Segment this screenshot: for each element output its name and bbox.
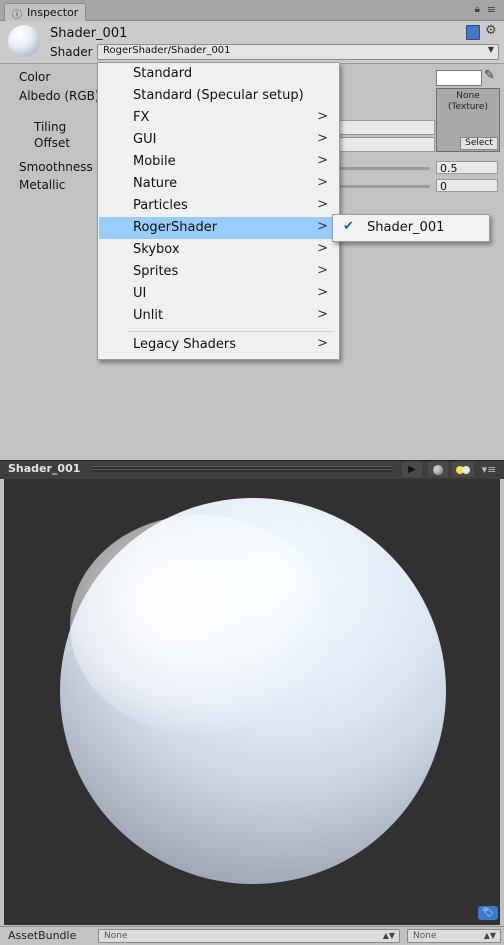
chevron-right-icon: >	[317, 241, 328, 256]
submenu-item-shader-001[interactable]: ✔ Shader_001	[333, 215, 489, 241]
chevron-right-icon: >	[317, 219, 328, 234]
sphere-icon[interactable]	[428, 462, 448, 477]
smoothness-slider[interactable]	[338, 167, 430, 170]
shader-dropdown[interactable]: RogerShader/Shader_001 ▼	[97, 44, 499, 60]
tiling-field[interactable]	[338, 120, 435, 135]
offset-label: Offset	[34, 136, 71, 150]
submenu-item-label: Shader_001	[367, 220, 445, 235]
menu-item-skybox[interactable]: Skybox >	[99, 239, 338, 261]
chevron-right-icon: >	[317, 285, 328, 300]
assetbundle-bar: AssetBundle None ▲▼ None ▲▼	[0, 926, 504, 945]
chevron-right-icon: >	[317, 131, 328, 146]
preview-title: Shader_001	[8, 462, 81, 475]
menu-item-fx[interactable]: FX >	[99, 107, 338, 129]
chevron-right-icon: >	[317, 263, 328, 278]
chevron-right-icon: >	[317, 336, 328, 351]
gear-icon[interactable]: ⚙	[485, 23, 497, 38]
material-header: Shader_001 Shader RogerShader/Shader_001…	[0, 21, 504, 64]
tab-label: Inspector	[27, 6, 79, 19]
tab-bar: ⓘ Inspector 🔒︎ ≡	[0, 0, 504, 21]
texture-none-label: None	[456, 91, 480, 101]
chevron-right-icon: >	[317, 153, 328, 168]
chevron-right-icon: >	[317, 307, 328, 322]
preview-resize-grip[interactable]	[92, 466, 392, 472]
color-swatch[interactable]	[436, 70, 482, 86]
assetbundle-dropdown[interactable]: None ▲▼	[98, 929, 400, 943]
menu-item-rogershader[interactable]: RogerShader >	[99, 217, 338, 239]
play-icon[interactable]: ▶	[402, 462, 422, 477]
metallic-label: Metallic	[19, 178, 66, 192]
chevron-right-icon: >	[317, 175, 328, 190]
menu-item-mobile[interactable]: Mobile >	[99, 151, 338, 173]
menu-separator	[128, 331, 333, 332]
preview-menu-icon[interactable]: ▾≡	[478, 462, 500, 477]
light-icon[interactable]	[452, 462, 474, 477]
menu-item-particles[interactable]: Particles >	[99, 195, 338, 217]
material-name: Shader_001	[50, 26, 128, 41]
chevron-down-icon: ▲▼	[483, 931, 496, 940]
albedo-label: Albedo (RGB)	[19, 89, 100, 103]
color-label: Color	[19, 70, 51, 84]
menu-item-unlit[interactable]: Unlit >	[99, 305, 338, 327]
sphere-highlight	[70, 515, 330, 735]
tab-inspector[interactable]: ⓘ Inspector	[4, 3, 86, 21]
chevron-right-icon: >	[317, 197, 328, 212]
tiling-label: Tiling	[34, 120, 67, 134]
menu-item-gui[interactable]: GUI >	[99, 129, 338, 151]
rogershader-submenu: ✔ Shader_001	[332, 214, 490, 242]
checkmark-icon: ✔	[343, 219, 354, 234]
preview-toolbar: Shader_001 ▶ ▾≡	[0, 460, 504, 479]
texture-select-button[interactable]: Select	[460, 137, 498, 150]
tab-menu-icon[interactable]: ≡	[487, 3, 496, 16]
menu-item-standard-specular[interactable]: Standard (Specular setup)	[99, 85, 338, 107]
menu-item-ui[interactable]: UI >	[99, 283, 338, 305]
chevron-down-icon: ▲▼	[382, 931, 395, 940]
lock-icon[interactable]: 🔒︎	[475, 4, 480, 15]
chevron-down-icon: ▼	[487, 45, 494, 54]
eyedropper-icon[interactable]: ✎	[484, 68, 495, 83]
book-icon[interactable]	[466, 25, 480, 40]
chevron-right-icon: >	[317, 109, 328, 124]
albedo-texture-slot[interactable]: None (Texture) Select	[436, 88, 500, 152]
texture-type-label: (Texture)	[448, 102, 488, 112]
metallic-slider[interactable]	[338, 185, 430, 188]
shader-label: Shader	[50, 45, 93, 59]
menu-item-nature[interactable]: Nature >	[99, 173, 338, 195]
tag-icon[interactable]: 🏷︎	[478, 906, 498, 920]
menu-item-standard[interactable]: Standard	[99, 63, 338, 85]
smoothness-label: Smoothness	[19, 160, 93, 174]
assetbundle-value: None	[104, 931, 128, 941]
metallic-field[interactable]: 0	[436, 179, 498, 193]
assetbundle-label: AssetBundle	[8, 929, 77, 942]
assetbundle-variant-dropdown[interactable]: None ▲▼	[407, 929, 501, 943]
assetbundle-variant-value: None	[413, 931, 437, 941]
smoothness-field[interactable]: 0.5	[436, 161, 498, 175]
offset-field[interactable]	[338, 137, 435, 152]
shader-dropdown-value: RogerShader/Shader_001	[103, 45, 231, 56]
menu-item-legacy-shaders[interactable]: Legacy Shaders >	[99, 334, 338, 356]
material-sphere-icon	[8, 25, 40, 57]
menu-item-sprites[interactable]: Sprites >	[99, 261, 338, 283]
shader-menu: Standard Standard (Specular setup) FX > G…	[97, 62, 340, 360]
info-icon: ⓘ	[12, 10, 22, 21]
